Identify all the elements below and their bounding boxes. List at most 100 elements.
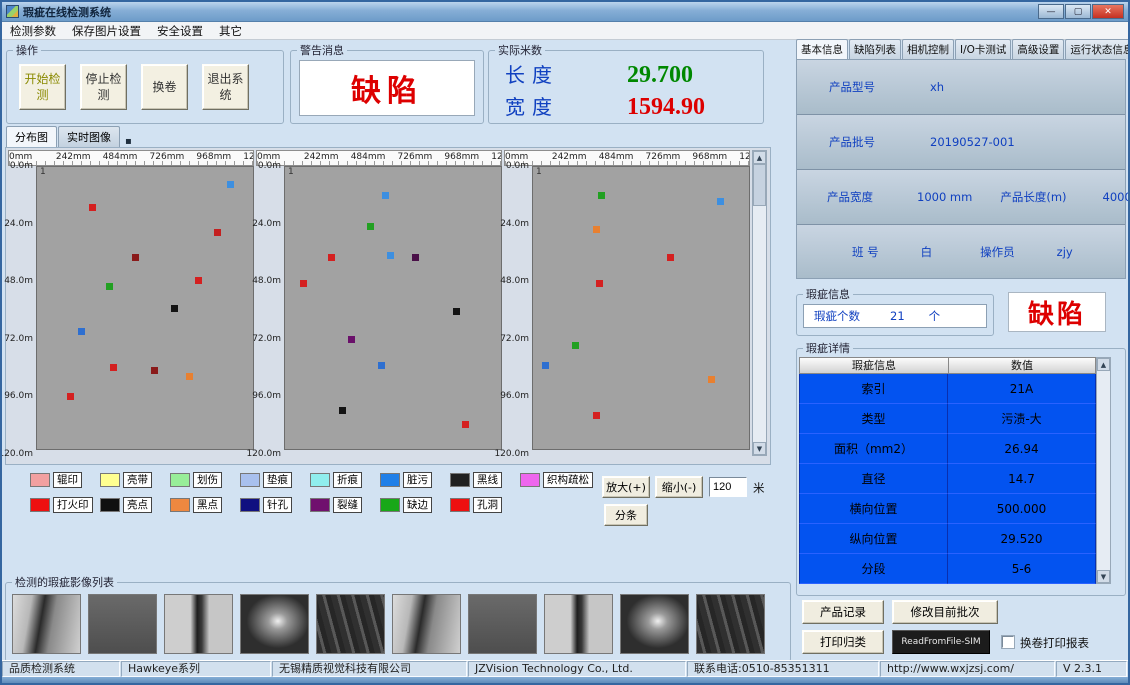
- defect-thumbnail-8[interactable]: [544, 594, 613, 654]
- defect-point[interactable]: [151, 367, 158, 374]
- defect-point[interactable]: [186, 373, 193, 380]
- read-from-file-button[interactable]: ReadFromFile-SIM: [892, 630, 990, 654]
- defect-point[interactable]: [367, 223, 374, 230]
- product-record-button[interactable]: 产品记录: [802, 600, 884, 624]
- meter-row: 宽度1594.90: [489, 91, 763, 122]
- modify-batch-button[interactable]: 修改目前批次: [892, 600, 998, 624]
- plot-area[interactable]: 1: [532, 166, 750, 450]
- operation-button-4[interactable]: 退出系统: [202, 64, 249, 110]
- defect-point[interactable]: [132, 254, 139, 261]
- defect-point[interactable]: [67, 393, 74, 400]
- view-tab-2[interactable]: 实时图像: [58, 126, 120, 147]
- defect-point[interactable]: [596, 280, 603, 287]
- defect-point[interactable]: [598, 192, 605, 199]
- right-tab-6[interactable]: 运行状态信息: [1065, 39, 1130, 59]
- operation-button-1[interactable]: 开始检测: [19, 64, 66, 110]
- defect-thumbnail-3[interactable]: [164, 594, 233, 654]
- defect-point[interactable]: [106, 283, 113, 290]
- scroll-thumb[interactable]: [753, 164, 766, 206]
- defect-table-row[interactable]: 分段5-6: [799, 554, 1096, 584]
- menu-item-4[interactable]: 其它: [211, 22, 250, 40]
- defect-point[interactable]: [339, 407, 346, 414]
- table-scroll-up-icon[interactable]: ▲: [1097, 358, 1110, 371]
- print-class-button[interactable]: 打印归类: [802, 630, 884, 654]
- defect-point[interactable]: [412, 254, 419, 261]
- defect-thumbnail-6[interactable]: [392, 594, 461, 654]
- defect-table-row[interactable]: 类型污渍-大: [799, 404, 1096, 434]
- legend-item: 亮带: [100, 472, 170, 488]
- defect-point[interactable]: [593, 226, 600, 233]
- defect-point[interactable]: [328, 254, 335, 261]
- defect-point[interactable]: [593, 412, 600, 419]
- view-tab-1[interactable]: 分布图: [6, 126, 57, 147]
- defect-point[interactable]: [717, 198, 724, 205]
- menu-item-3[interactable]: 安全设置: [149, 22, 211, 40]
- ruler-tick-label: 968mm: [196, 152, 231, 162]
- defect-table-row[interactable]: 纵向位置29.520: [799, 524, 1096, 554]
- defect-attr-value: 26.94: [948, 434, 1096, 464]
- defect-thumbnail-7[interactable]: [468, 594, 537, 654]
- right-tab-4[interactable]: I/O卡测试: [955, 39, 1011, 59]
- defect-point[interactable]: [171, 305, 178, 312]
- defect-point[interactable]: [453, 308, 460, 315]
- menu-item-2[interactable]: 保存图片设置: [64, 22, 149, 40]
- defect-point[interactable]: [89, 204, 96, 211]
- y-tick-label: 0.0m: [258, 161, 281, 171]
- defect-point[interactable]: [378, 362, 385, 369]
- menu-item-1[interactable]: 检测参数: [2, 22, 64, 40]
- defect-point[interactable]: [542, 362, 549, 369]
- defect-thumbnail-10[interactable]: [696, 594, 765, 654]
- right-tab-3[interactable]: 相机控制: [902, 39, 954, 59]
- close-button[interactable]: ✕: [1092, 4, 1124, 19]
- defect-point[interactable]: [387, 252, 394, 259]
- defect-table-row[interactable]: 面积（mm2）26.94: [799, 434, 1096, 464]
- operation-button-3[interactable]: 换卷: [141, 64, 188, 110]
- defect-thumbnail-5[interactable]: [316, 594, 385, 654]
- right-tab-1[interactable]: 基本信息: [796, 39, 848, 59]
- defect-point[interactable]: [667, 254, 674, 261]
- zoom-out-button[interactable]: 缩小(-): [655, 476, 703, 498]
- defect-point[interactable]: [348, 336, 355, 343]
- defect-point[interactable]: [708, 376, 715, 383]
- plot-area[interactable]: 1: [284, 166, 502, 450]
- tab-strip-icon[interactable]: ▪: [125, 136, 132, 147]
- defect-point[interactable]: [195, 277, 202, 284]
- right-tab-5[interactable]: 高级设置: [1012, 39, 1064, 59]
- legend-label: 折痕: [333, 472, 362, 488]
- legend-swatch: [240, 473, 260, 487]
- defect-point[interactable]: [227, 181, 234, 188]
- defect-point[interactable]: [78, 328, 85, 335]
- defect-point[interactable]: [462, 421, 469, 428]
- defect-point[interactable]: [214, 229, 221, 236]
- split-button[interactable]: 分条: [604, 504, 648, 526]
- print-report-checkbox[interactable]: [1002, 636, 1014, 648]
- defect-thumbnail-4[interactable]: [240, 594, 309, 654]
- defect-table-main: 瑕疵信息 数值 索引21A类型污渍-大面积（mm2）26.94直径14.7横向位…: [799, 357, 1096, 584]
- legend-label: 黑线: [473, 472, 502, 488]
- table-scroll-down-icon[interactable]: ▼: [1097, 570, 1110, 583]
- legend-swatch: [30, 498, 50, 512]
- legend-swatch: [170, 498, 190, 512]
- meters-input[interactable]: [709, 477, 747, 497]
- plot-area[interactable]: 1: [36, 166, 254, 450]
- minimize-button[interactable]: —: [1038, 4, 1064, 19]
- defect-table-row[interactable]: 直径14.7: [799, 464, 1096, 494]
- operation-button-2[interactable]: 停止检测: [80, 64, 127, 110]
- scroll-up-icon[interactable]: ▲: [753, 151, 766, 164]
- title-bar[interactable]: 瑕疵在线检测系统 — ▢ ✕: [2, 2, 1128, 22]
- defect-thumbnail-1[interactable]: [12, 594, 81, 654]
- defect-thumbnail-9[interactable]: [620, 594, 689, 654]
- defect-thumbnail-2[interactable]: [88, 594, 157, 654]
- defect-table-row[interactable]: 索引21A: [799, 374, 1096, 404]
- defect-point[interactable]: [382, 192, 389, 199]
- defect-point[interactable]: [300, 280, 307, 287]
- zoom-in-button[interactable]: 放大(+): [602, 476, 650, 498]
- defect-point[interactable]: [110, 364, 117, 371]
- right-tab-2[interactable]: 缺陷列表: [849, 39, 901, 59]
- table-scrollbar[interactable]: ▲ ▼: [1096, 357, 1111, 584]
- maximize-button[interactable]: ▢: [1065, 4, 1091, 19]
- defect-table-row[interactable]: 横向位置500.000: [799, 494, 1096, 524]
- scroll-down-icon[interactable]: ▼: [753, 442, 766, 455]
- defect-point[interactable]: [572, 342, 579, 349]
- plot-scrollbar[interactable]: ▲ ▼: [752, 150, 767, 456]
